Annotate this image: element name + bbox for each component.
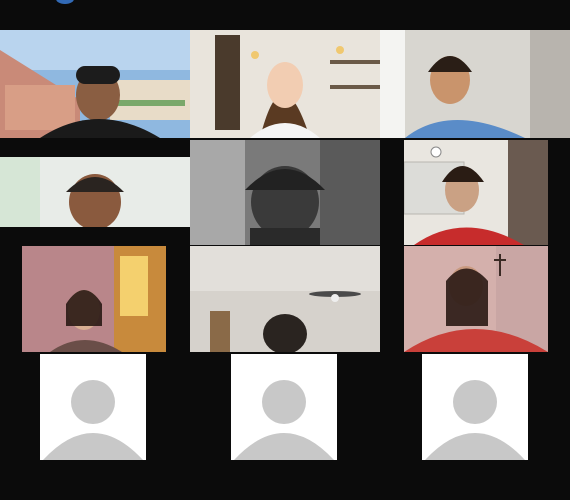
- video-feed: [404, 140, 548, 245]
- participant-avatar-tile[interactable]: [231, 354, 337, 460]
- participant-video-tile[interactable]: [22, 246, 166, 352]
- participant-video-tile[interactable]: [380, 30, 570, 138]
- video-feed: [404, 246, 548, 352]
- participant-video-tile[interactable]: [404, 246, 548, 352]
- video-feed: [380, 30, 570, 138]
- participant-video-tile[interactable]: [0, 157, 190, 227]
- participant-video-tile[interactable]: [404, 140, 548, 245]
- participant-video-tile[interactable]: [190, 140, 380, 245]
- participant-video-tile[interactable]: [190, 30, 380, 138]
- default-avatar-icon: [40, 354, 146, 460]
- video-feed: [190, 140, 380, 245]
- default-avatar-icon: [231, 354, 337, 460]
- participant-avatar-tile[interactable]: [40, 354, 146, 460]
- participant-avatar-tile[interactable]: [422, 354, 528, 460]
- video-feed: [22, 246, 166, 352]
- participant-video-tile[interactable]: [190, 246, 380, 352]
- video-feed: [190, 246, 380, 352]
- video-feed: [190, 30, 380, 138]
- participant-video-tile[interactable]: [0, 30, 190, 138]
- default-avatar-icon: [422, 354, 528, 460]
- video-feed: [0, 30, 190, 138]
- video-feed: [0, 157, 190, 227]
- status-indicator-icon: [56, 0, 74, 4]
